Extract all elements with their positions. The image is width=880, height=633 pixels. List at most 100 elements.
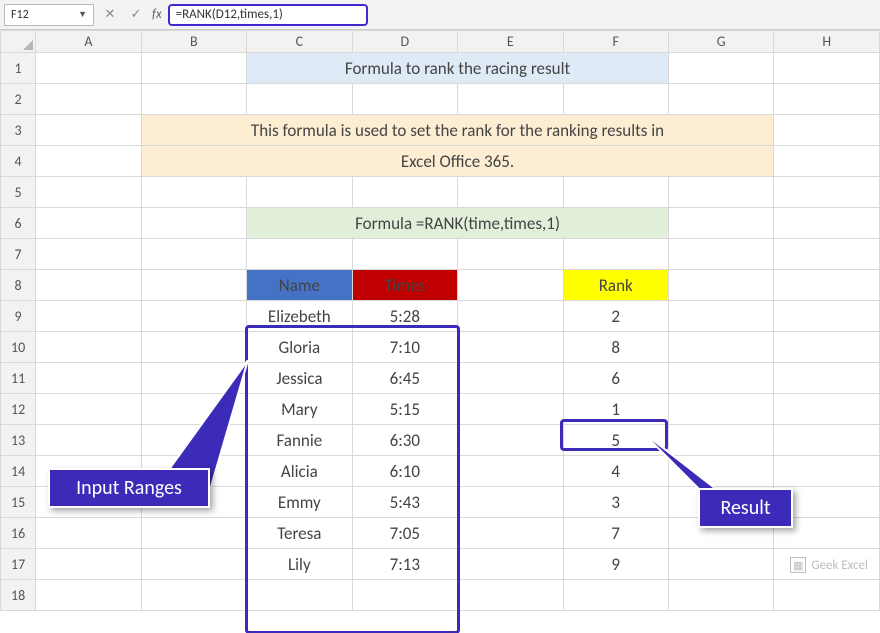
cell[interactable] (774, 177, 880, 208)
cell[interactable] (141, 208, 246, 239)
table-header-rank[interactable]: Rank (563, 270, 668, 301)
cell[interactable] (36, 549, 141, 580)
cell[interactable] (141, 301, 246, 332)
row-header[interactable]: 17 (1, 549, 36, 580)
active-cell[interactable]: 1 (563, 394, 668, 425)
name-box[interactable]: F12 ▼ (4, 4, 94, 26)
cell[interactable] (458, 425, 563, 456)
row-header[interactable]: 6 (1, 208, 36, 239)
cell[interactable] (36, 115, 141, 146)
row-header[interactable]: 4 (1, 146, 36, 177)
data-times-cell[interactable]: 6:45 (352, 363, 457, 394)
cell[interactable] (141, 177, 246, 208)
data-times-cell[interactable]: 7:13 (352, 549, 457, 580)
data-times-cell[interactable]: 5:28 (352, 301, 457, 332)
data-times-cell[interactable]: 5:15 (352, 394, 457, 425)
cell[interactable] (774, 332, 880, 363)
cell[interactable] (668, 394, 773, 425)
data-times-cell[interactable]: 6:30 (352, 425, 457, 456)
cell[interactable] (774, 580, 880, 611)
cell[interactable] (668, 270, 773, 301)
cell[interactable] (458, 270, 563, 301)
cell[interactable] (36, 332, 141, 363)
row-header[interactable]: 14 (1, 456, 36, 487)
cell[interactable] (774, 394, 880, 425)
row-header[interactable]: 12 (1, 394, 36, 425)
cell[interactable] (36, 208, 141, 239)
cell[interactable] (141, 332, 246, 363)
cell[interactable] (458, 239, 563, 270)
cell[interactable] (36, 425, 141, 456)
cell[interactable] (458, 456, 563, 487)
cell[interactable] (247, 84, 352, 115)
cell[interactable] (247, 239, 352, 270)
cell[interactable] (563, 84, 668, 115)
cell[interactable] (668, 177, 773, 208)
cell[interactable] (36, 394, 141, 425)
cell[interactable] (563, 580, 668, 611)
row-header[interactable]: 3 (1, 115, 36, 146)
row-header[interactable]: 15 (1, 487, 36, 518)
data-rank-cell[interactable]: 7 (563, 518, 668, 549)
cell[interactable] (668, 332, 773, 363)
cell[interactable] (141, 53, 246, 84)
cell[interactable] (668, 549, 773, 580)
cell[interactable] (774, 208, 880, 239)
row-header[interactable]: 11 (1, 363, 36, 394)
cell[interactable] (668, 580, 773, 611)
col-header[interactable]: F (563, 31, 668, 53)
cell[interactable] (458, 394, 563, 425)
cell[interactable] (774, 115, 880, 146)
col-header[interactable]: G (668, 31, 773, 53)
col-header[interactable]: C (247, 31, 352, 53)
col-header[interactable]: A (36, 31, 141, 53)
cell[interactable] (668, 301, 773, 332)
row-header[interactable]: 8 (1, 270, 36, 301)
cell[interactable] (458, 518, 563, 549)
data-rank-cell[interactable]: 9 (563, 549, 668, 580)
cell[interactable] (352, 580, 457, 611)
cell[interactable] (247, 177, 352, 208)
select-all-corner[interactable] (1, 31, 36, 53)
fx-icon[interactable]: fx (152, 7, 162, 22)
col-header[interactable]: B (141, 31, 246, 53)
cell[interactable] (774, 425, 880, 456)
cell[interactable] (36, 301, 141, 332)
row-header[interactable]: 16 (1, 518, 36, 549)
col-header[interactable]: D (352, 31, 457, 53)
cell[interactable] (774, 239, 880, 270)
row-header[interactable]: 13 (1, 425, 36, 456)
cell[interactable] (36, 270, 141, 301)
cell[interactable] (458, 549, 563, 580)
spreadsheet-grid[interactable]: A B C D E F G H 1 Formula to rank the ra… (0, 30, 880, 633)
cell[interactable] (36, 363, 141, 394)
cell[interactable] (352, 239, 457, 270)
data-name-cell[interactable]: Emmy (247, 487, 352, 518)
cell[interactable] (141, 84, 246, 115)
data-times-cell[interactable]: 6:10 (352, 456, 457, 487)
row-header[interactable]: 5 (1, 177, 36, 208)
description-cell[interactable]: Excel Office 365. (141, 146, 774, 177)
cell[interactable] (774, 84, 880, 115)
cell[interactable] (36, 146, 141, 177)
cell[interactable] (774, 146, 880, 177)
cell[interactable] (141, 270, 246, 301)
cell[interactable] (36, 239, 141, 270)
cell[interactable] (141, 549, 246, 580)
cell[interactable] (774, 270, 880, 301)
enter-icon[interactable]: ✓ (126, 5, 146, 25)
cell[interactable] (36, 580, 141, 611)
data-name-cell[interactable]: Gloria (247, 332, 352, 363)
cell[interactable] (458, 84, 563, 115)
table-header-times[interactable]: Times (352, 270, 457, 301)
cell[interactable] (458, 177, 563, 208)
cell[interactable] (141, 518, 246, 549)
table-header-name[interactable]: Name (247, 270, 352, 301)
cell[interactable] (774, 301, 880, 332)
cell[interactable] (774, 456, 880, 487)
col-header[interactable]: E (458, 31, 563, 53)
cell[interactable] (668, 239, 773, 270)
cell[interactable] (563, 239, 668, 270)
cell[interactable] (36, 177, 141, 208)
cell[interactable] (141, 580, 246, 611)
